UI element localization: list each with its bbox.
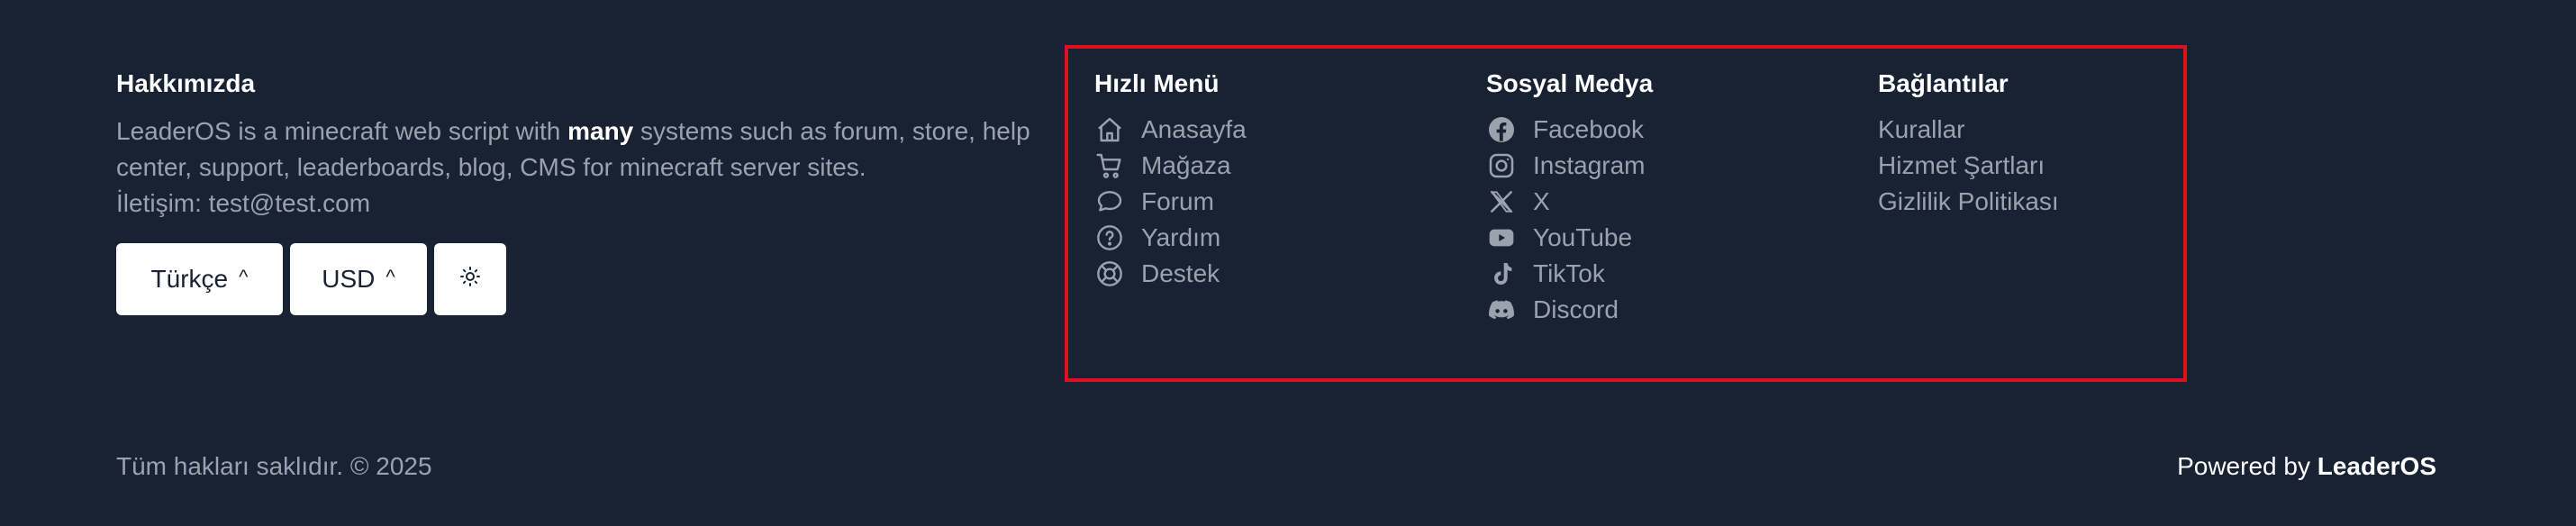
social-label: TikTok — [1533, 259, 1605, 287]
quick-menu-title: Hızlı Menü — [1094, 69, 1220, 97]
quick-menu-label: Forum — [1141, 187, 1214, 215]
quick-menu-item-magaza[interactable]: Mağaza — [1094, 148, 1247, 184]
quick-menu-list: Anasayfa Mağaza Forum Yardım Destek — [1094, 112, 1247, 292]
social-label: Facebook — [1533, 115, 1644, 143]
tiktok-icon — [1486, 258, 1517, 289]
about-title: Hakkımızda — [116, 69, 256, 97]
social-item-instagram[interactable]: Instagram — [1486, 148, 1653, 184]
quick-menu-column: Hızlı Menü Anasayfa Mağaza Forum Yardım — [1094, 68, 1247, 292]
instagram-icon — [1486, 150, 1517, 181]
social-item-x[interactable]: X — [1486, 184, 1653, 220]
powered-by-brand-link[interactable]: LeaderOS — [2317, 452, 2436, 480]
powered-by-prefix: Powered by — [2177, 452, 2317, 480]
links-item-gizlilik-politikasi[interactable]: Gizlilik Politikası — [1878, 184, 2059, 220]
social-title: Sosyal Medya — [1486, 69, 1654, 97]
social-label: X — [1533, 187, 1550, 215]
about-text-bold: many — [567, 117, 634, 145]
language-label: Türkçe — [150, 265, 229, 293]
links-column: Bağlantılar Kurallar Hizmet Şartları Giz… — [1878, 68, 2059, 220]
footer-controls: Türkçe ^ USD ^ — [116, 243, 1053, 315]
social-item-tiktok[interactable]: TikTok — [1486, 256, 1653, 292]
links-list: Kurallar Hizmet Şartları Gizlilik Politi… — [1878, 112, 2059, 220]
quick-menu-label: Destek — [1141, 259, 1220, 287]
social-item-facebook[interactable]: Facebook — [1486, 112, 1653, 148]
chat-icon — [1094, 186, 1125, 217]
quick-menu-label: Mağaza — [1141, 151, 1231, 179]
language-select-button[interactable]: Türkçe ^ — [116, 243, 283, 315]
links-title: Bağlantılar — [1878, 69, 2009, 97]
about-section: Hakkımızda LeaderOS is a minecraft web s… — [116, 68, 1053, 315]
facebook-icon — [1486, 114, 1517, 145]
quick-menu-item-destek[interactable]: Destek — [1094, 256, 1247, 292]
help-icon — [1094, 222, 1125, 253]
quick-menu-label: Yardım — [1141, 223, 1221, 251]
social-list: Facebook Instagram X YouTube TikTok Disc… — [1486, 112, 1653, 328]
chevron-up-icon: ^ — [385, 266, 395, 288]
quick-menu-item-forum[interactable]: Forum — [1094, 184, 1247, 220]
social-label: Instagram — [1533, 151, 1646, 179]
copyright-text: Tüm hakları saklıdır. © 2025 — [116, 452, 432, 480]
currency-select-button[interactable]: USD ^ — [290, 243, 427, 315]
social-label: YouTube — [1533, 223, 1633, 251]
social-column: Sosyal Medya Facebook Instagram X YouTub… — [1486, 68, 1653, 328]
social-label: Discord — [1533, 295, 1619, 323]
about-description: LeaderOS is a minecraft web script with … — [116, 113, 1053, 222]
discord-icon — [1486, 295, 1517, 325]
x-icon — [1486, 186, 1517, 217]
links-item-kurallar[interactable]: Kurallar — [1878, 112, 2059, 148]
chevron-up-icon: ^ — [239, 266, 249, 288]
quick-menu-item-anasayfa[interactable]: Anasayfa — [1094, 112, 1247, 148]
links-item-hizmet-sartlari[interactable]: Hizmet Şartları — [1878, 148, 2059, 184]
about-contact: İletişim: test@test.com — [116, 189, 371, 217]
social-item-discord[interactable]: Discord — [1486, 292, 1653, 328]
theme-toggle-button[interactable] — [434, 243, 506, 315]
social-item-youtube[interactable]: YouTube — [1486, 220, 1653, 256]
lifebuoy-icon — [1094, 258, 1125, 289]
home-icon — [1094, 114, 1125, 145]
powered-by: Powered by LeaderOS — [2177, 450, 2436, 483]
quick-menu-item-yardim[interactable]: Yardım — [1094, 220, 1247, 256]
about-text-part1: LeaderOS is a minecraft web script with — [116, 117, 568, 145]
youtube-icon — [1486, 222, 1517, 253]
sun-icon — [459, 265, 481, 294]
cart-icon — [1094, 150, 1125, 181]
currency-label: USD — [322, 265, 376, 293]
quick-menu-label: Anasayfa — [1141, 115, 1247, 143]
